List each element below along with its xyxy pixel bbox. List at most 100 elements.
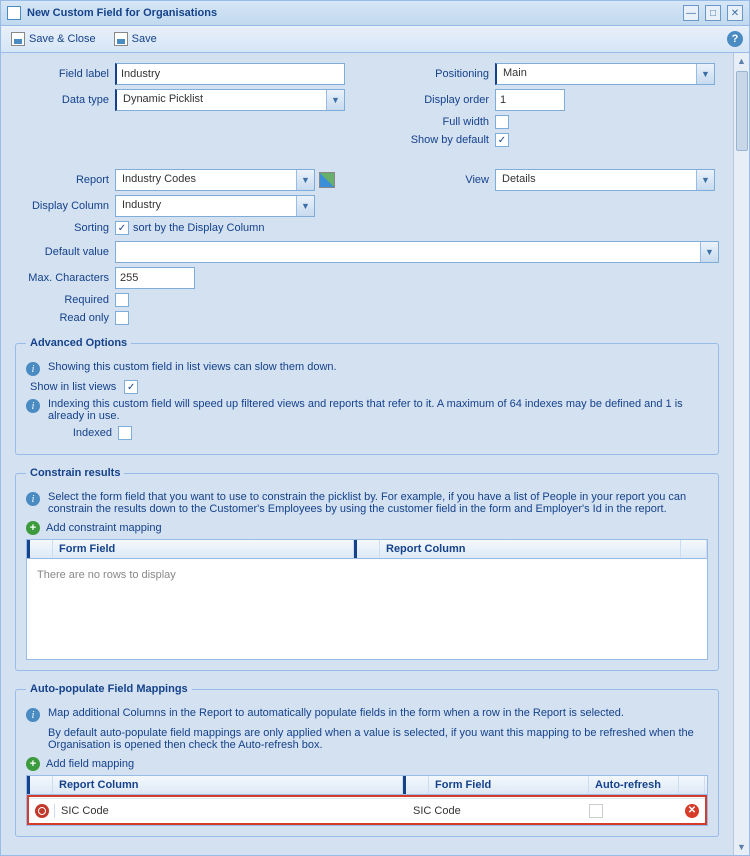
- chevron-down-icon[interactable]: ▼: [296, 170, 314, 190]
- report-value: Industry Codes: [116, 170, 296, 190]
- window-title: New Custom Field for Organisations: [27, 7, 677, 19]
- report-lbl: Report: [15, 174, 115, 186]
- readonly-lbl: Read only: [15, 312, 115, 324]
- info-icon: i: [26, 362, 40, 376]
- sorting-lbl: Sorting: [15, 222, 115, 234]
- app-icon: [7, 6, 21, 20]
- positioning-select[interactable]: Main ▼: [495, 63, 715, 85]
- constrain-col-form[interactable]: Form Field: [53, 540, 354, 558]
- field-label-lbl: Field label: [15, 68, 115, 80]
- constrain-panel: Constrain results i Select the form fiel…: [15, 467, 719, 671]
- second-form: Report Industry Codes ▼ Display Column: [15, 169, 719, 239]
- autopop-info2: By default auto-populate field mappings …: [48, 727, 708, 751]
- view-value: Details: [496, 170, 696, 190]
- sorting-checkbox[interactable]: ✓: [115, 221, 129, 235]
- report-select[interactable]: Industry Codes ▼: [115, 169, 315, 191]
- show-in-lists-lbl: Show in list views: [26, 381, 124, 393]
- gear-icon: [35, 804, 49, 818]
- autopop-grid: Report Column Form Field Auto-refresh SI…: [26, 775, 708, 826]
- default-value-lbl: Default value: [15, 246, 115, 258]
- plus-icon: +: [26, 521, 40, 535]
- table-row[interactable]: SIC Code SIC Code ✕: [29, 798, 705, 822]
- toolbar: Save & Close Save ?: [1, 26, 749, 53]
- row-form-field: SIC Code: [407, 802, 583, 820]
- top-form: Field label Data type Dynamic Picklist ▼: [15, 63, 719, 151]
- add-mapping-button[interactable]: + Add field mapping: [26, 757, 708, 771]
- sorting-text: sort by the Display Column: [133, 222, 264, 234]
- vertical-scrollbar[interactable]: ▲ ▼: [733, 53, 749, 855]
- show-default-lbl: Show by default: [395, 134, 495, 146]
- view-select[interactable]: Details ▼: [495, 169, 715, 191]
- autopop-panel: Auto-populate Field Mappings i Map addit…: [15, 683, 719, 837]
- indexed-lbl: Indexed: [26, 427, 118, 439]
- display-column-value: Industry: [116, 196, 296, 216]
- required-checkbox[interactable]: [115, 293, 129, 307]
- advanced-options-panel: Advanced Options i Showing this custom f…: [15, 337, 719, 455]
- field-label-input[interactable]: [115, 63, 345, 85]
- full-width-checkbox[interactable]: [495, 115, 509, 129]
- content-area: Field label Data type Dynamic Picklist ▼: [1, 53, 733, 855]
- add-mapping-label: Add field mapping: [46, 758, 134, 770]
- default-value-select[interactable]: ▼: [115, 241, 719, 263]
- constrain-grid: Form Field Report Column There are no ro…: [26, 539, 708, 660]
- default-value: [116, 242, 700, 262]
- advanced-legend: Advanced Options: [26, 337, 131, 349]
- save-button[interactable]: Save: [110, 30, 161, 48]
- show-default-checkbox[interactable]: ✓: [495, 133, 509, 147]
- scroll-down-icon[interactable]: ▼: [734, 839, 749, 855]
- data-type-lbl: Data type: [15, 94, 115, 106]
- full-width-lbl: Full width: [395, 116, 495, 128]
- row-report-col: SIC Code: [55, 802, 407, 820]
- display-column-lbl: Display Column: [15, 200, 115, 212]
- save-close-label: Save & Close: [29, 33, 96, 45]
- add-constraint-button[interactable]: + Add constraint mapping: [26, 521, 708, 535]
- chevron-down-icon[interactable]: ▼: [296, 196, 314, 216]
- autopop-col-form[interactable]: Form Field: [429, 776, 589, 794]
- max-chars-input[interactable]: [115, 267, 195, 289]
- positioning-value: Main: [497, 64, 696, 84]
- scroll-up-icon[interactable]: ▲: [734, 53, 749, 69]
- show-in-lists-checkbox[interactable]: ✓: [124, 380, 138, 394]
- indexed-checkbox[interactable]: [118, 426, 132, 440]
- constrain-info: Select the form field that you want to u…: [48, 491, 708, 515]
- maximize-button[interactable]: □: [705, 5, 721, 21]
- info-icon: i: [26, 492, 40, 506]
- delete-icon[interactable]: ✕: [685, 804, 699, 818]
- readonly-checkbox[interactable]: [115, 311, 129, 325]
- plus-icon: +: [26, 757, 40, 771]
- titlebar: New Custom Field for Organisations — □ ✕: [1, 1, 749, 26]
- chevron-down-icon[interactable]: ▼: [700, 242, 718, 262]
- chevron-down-icon[interactable]: ▼: [696, 64, 714, 84]
- save-close-button[interactable]: Save & Close: [7, 30, 100, 48]
- info-icon: i: [26, 708, 40, 722]
- autopop-col-report[interactable]: Report Column: [53, 776, 403, 794]
- view-lbl: View: [395, 174, 495, 186]
- positioning-lbl: Positioning: [395, 68, 495, 80]
- constrain-empty: There are no rows to display: [27, 559, 707, 659]
- chevron-down-icon[interactable]: ▼: [696, 170, 714, 190]
- constrain-col-report[interactable]: Report Column: [380, 540, 681, 558]
- max-chars-lbl: Max. Characters: [15, 272, 115, 284]
- display-order-input[interactable]: [495, 89, 565, 111]
- row-autorefresh-checkbox[interactable]: [589, 804, 603, 818]
- autopop-info1: Map additional Columns in the Report to …: [48, 707, 708, 719]
- autopop-col-autorefresh[interactable]: Auto-refresh: [589, 776, 679, 794]
- help-icon[interactable]: ?: [727, 31, 743, 47]
- autopop-legend: Auto-populate Field Mappings: [26, 683, 192, 695]
- window-frame: New Custom Field for Organisations — □ ✕…: [0, 0, 750, 856]
- required-lbl: Required: [15, 294, 115, 306]
- constrain-legend: Constrain results: [26, 467, 124, 479]
- info-icon: i: [26, 399, 40, 413]
- adv-info2: Indexing this custom field will speed up…: [48, 398, 708, 422]
- close-button[interactable]: ✕: [727, 5, 743, 21]
- cube-icon[interactable]: [319, 172, 335, 188]
- disk-icon: [11, 32, 25, 46]
- disk-icon: [114, 32, 128, 46]
- data-type-select[interactable]: Dynamic Picklist ▼: [115, 89, 345, 111]
- minimize-button[interactable]: —: [683, 5, 699, 21]
- display-order-lbl: Display order: [395, 94, 495, 106]
- chevron-down-icon[interactable]: ▼: [326, 90, 344, 110]
- data-type-value: Dynamic Picklist: [117, 90, 326, 110]
- scroll-thumb[interactable]: [736, 71, 748, 151]
- display-column-select[interactable]: Industry ▼: [115, 195, 315, 217]
